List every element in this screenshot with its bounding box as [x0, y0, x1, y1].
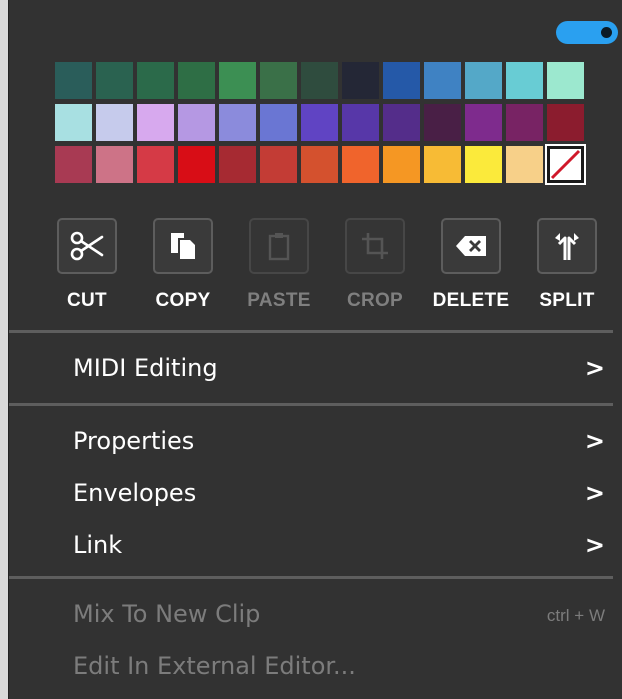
- menu-item-label: Envelopes: [73, 479, 197, 507]
- color-swatch[interactable]: [547, 104, 584, 141]
- crop-button[interactable]: [345, 218, 405, 274]
- menu-item-label: MIDI Editing: [73, 354, 218, 382]
- color-swatch[interactable]: [55, 146, 92, 183]
- color-swatch[interactable]: [137, 62, 174, 99]
- color-swatch[interactable]: [506, 146, 543, 183]
- color-swatch[interactable]: [342, 104, 379, 141]
- color-swatch[interactable]: [137, 146, 174, 183]
- menu-item-label: Properties: [73, 427, 195, 455]
- edit-toolbar: CUT COPY PASTE CROP DELETE SPLIT: [42, 214, 612, 324]
- color-swatch[interactable]: [424, 146, 461, 183]
- color-swatch[interactable]: [301, 104, 338, 141]
- color-swatch[interactable]: [342, 146, 379, 183]
- color-swatch[interactable]: [342, 62, 379, 99]
- delete-button[interactable]: [441, 218, 501, 274]
- delete-label: DELETE: [432, 290, 510, 311]
- color-palette: [55, 62, 586, 185]
- color-swatch[interactable]: [383, 146, 420, 183]
- color-swatch[interactable]: [465, 146, 502, 183]
- color-swatch[interactable]: [96, 62, 133, 99]
- color-swatch[interactable]: [301, 146, 338, 183]
- split-tool[interactable]: SPLIT: [522, 214, 612, 324]
- color-swatch[interactable]: [383, 62, 420, 99]
- color-swatch[interactable]: [424, 104, 461, 141]
- color-swatch[interactable]: [465, 104, 502, 141]
- chevron-right-icon: >: [584, 479, 605, 507]
- backspace-icon: [456, 236, 486, 256]
- shortcut-label: ctrl + W: [546, 606, 605, 625]
- menu-item-envelopes[interactable]: Envelopes >: [9, 471, 613, 519]
- color-swatch[interactable]: [301, 62, 338, 99]
- color-swatch[interactable]: [424, 62, 461, 99]
- crop-tool[interactable]: CROP: [330, 214, 420, 324]
- paste-label: PASTE: [247, 290, 311, 311]
- color-swatch[interactable]: [219, 62, 256, 99]
- no-color-icon: [550, 149, 581, 180]
- menu-item-midi-editing[interactable]: MIDI Editing >: [9, 346, 613, 394]
- color-swatch[interactable]: [96, 104, 133, 141]
- paste-tool[interactable]: PASTE: [234, 214, 324, 324]
- copy-icon: [171, 233, 195, 259]
- color-swatch[interactable]: [383, 104, 420, 141]
- chevron-right-icon: >: [584, 531, 605, 559]
- menu-item-properties[interactable]: Properties >: [9, 419, 613, 467]
- context-menu: CUT COPY PASTE CROP DELETE SPLIT MIDI Ed…: [8, 0, 622, 699]
- toggle-knob: [601, 27, 612, 38]
- crop-label: CROP: [346, 290, 404, 311]
- paste-button[interactable]: [249, 218, 309, 274]
- color-toggle-switch[interactable]: [556, 21, 618, 44]
- color-swatch[interactable]: [96, 146, 133, 183]
- menu-item-label: Edit In External Editor...: [73, 652, 356, 680]
- cut-tool[interactable]: CUT: [42, 214, 132, 324]
- no-color-swatch[interactable]: [545, 144, 586, 185]
- color-swatch[interactable]: [260, 146, 297, 183]
- crop-icon: [362, 233, 388, 259]
- color-swatch[interactable]: [547, 62, 584, 99]
- menu-item-edit-in-external-editor[interactable]: Edit In External Editor...: [9, 644, 613, 692]
- menu-item-mix-to-new-clip[interactable]: Mix To New Clip ctrl + W: [9, 592, 613, 640]
- split-button[interactable]: [537, 218, 597, 274]
- menu-divider: [9, 576, 613, 579]
- menu-item-label: Link: [73, 531, 123, 559]
- chevron-right-icon: >: [584, 354, 605, 382]
- color-swatch[interactable]: [219, 146, 256, 183]
- color-swatch[interactable]: [506, 62, 543, 99]
- color-swatch[interactable]: [260, 104, 297, 141]
- color-swatch[interactable]: [178, 62, 215, 99]
- cut-label: CUT: [67, 290, 107, 311]
- color-swatch[interactable]: [465, 62, 502, 99]
- menu-item-link[interactable]: Link >: [9, 523, 613, 571]
- scissors-icon: [70, 231, 104, 261]
- menu-item-label: Mix To New Clip: [73, 600, 261, 628]
- chevron-right-icon: >: [584, 427, 605, 455]
- color-swatch[interactable]: [178, 146, 215, 183]
- clipboard-icon: [268, 233, 290, 261]
- copy-tool[interactable]: COPY: [138, 214, 228, 324]
- menu-divider: [9, 403, 613, 406]
- color-swatch[interactable]: [506, 104, 543, 141]
- cut-button[interactable]: [57, 218, 117, 274]
- color-swatch[interactable]: [260, 62, 297, 99]
- color-swatch[interactable]: [219, 104, 256, 141]
- color-swatch[interactable]: [55, 104, 92, 141]
- color-swatch[interactable]: [55, 62, 92, 99]
- color-swatch[interactable]: [178, 104, 215, 141]
- copy-label: COPY: [155, 290, 211, 311]
- copy-button[interactable]: [153, 218, 213, 274]
- split-icon: [555, 233, 579, 260]
- color-swatch[interactable]: [137, 104, 174, 141]
- menu-divider: [9, 330, 613, 333]
- delete-tool[interactable]: DELETE: [426, 214, 516, 324]
- split-label: SPLIT: [539, 290, 595, 311]
